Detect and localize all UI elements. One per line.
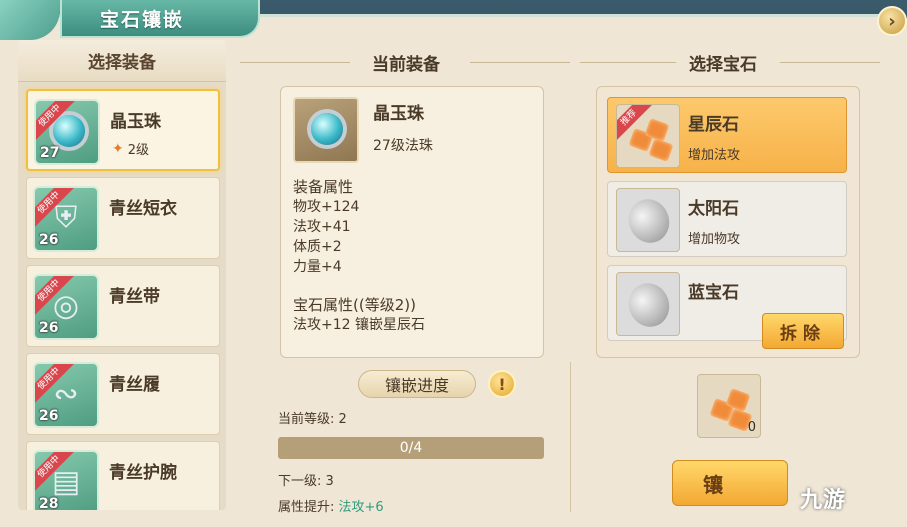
attr-line: 法攻+41 <box>293 219 351 235</box>
equip-attr-header: 装备属性 <box>293 178 354 196</box>
gem-desc: 增加物攻 <box>688 232 741 247</box>
equip-name: 青丝带 <box>109 287 160 307</box>
equip-level: 26 <box>39 408 59 424</box>
current-equip-name: 晶玉珠 <box>373 104 424 124</box>
equip-item-jingyuzhu[interactable]: 使用中 27 晶玉珠 ✦ 2级 <box>26 89 220 171</box>
close-icon[interactable]: › <box>877 6 907 36</box>
equipment-list: 选择装备 使用中 27 晶玉珠 ✦ 2级 ⛨ 使用中 26 青丝短衣 ◎ 使用中… <box>18 40 226 510</box>
equipment-list-header: 选择装备 <box>18 40 226 82</box>
header-divider <box>240 62 350 63</box>
equip-name: 晶玉珠 <box>110 112 161 132</box>
watermark: 九游 <box>800 488 847 513</box>
select-gem-header: 选择宝石 <box>689 55 757 75</box>
gem-item-taiyangshi[interactable]: 太阳石 增加物攻 <box>607 181 847 257</box>
gem-name: 星辰石 <box>688 115 739 135</box>
gem-level: ✦ 2级 <box>112 139 150 159</box>
current-equip-header: 当前装备 <box>372 55 440 75</box>
equip-item-qingsidai[interactable]: ◎ 使用中 26 青丝带 <box>26 265 220 347</box>
equip-level: 26 <box>39 232 59 248</box>
header-divider <box>470 62 570 63</box>
inlay-progress-label: 镶嵌进度 <box>358 370 476 398</box>
boots-icon: ∾ 使用中 26 <box>33 362 99 428</box>
equip-name: 青丝短衣 <box>109 199 177 219</box>
equip-level: 27 <box>40 145 60 161</box>
current-equip-card: 晶玉珠 27级法珠 装备属性 物攻+124 法攻+41 体质+2 力量+4 宝石… <box>280 86 544 358</box>
gem-count: 0 <box>747 420 756 435</box>
gem-name: 太阳石 <box>688 199 739 219</box>
attribute-boost-label: 属性提升: <box>278 500 339 515</box>
next-level: 下一级: 3 <box>278 474 334 489</box>
gem-slot[interactable]: 0 <box>697 374 761 438</box>
equip-name: 青丝护腕 <box>109 463 177 483</box>
attribute-boost: 属性提升: 法攻+6 <box>278 496 384 515</box>
orb-icon <box>293 97 359 163</box>
attr-line: 体质+2 <box>293 239 342 255</box>
column-divider <box>570 362 571 512</box>
equip-name: 青丝履 <box>109 375 160 395</box>
gem-name: 蓝宝石 <box>688 283 739 303</box>
attr-line: 物攻+124 <box>293 199 360 215</box>
equip-attributes: 装备属性 物攻+124 法攻+41 体质+2 力量+4 <box>293 177 359 277</box>
gem-desc: 增加法攻 <box>688 148 741 163</box>
gem-level-icon: ✦ <box>112 140 124 157</box>
equip-item-qingsilv[interactable]: ∾ 使用中 26 青丝履 <box>26 353 220 435</box>
belt-icon: ◎ 使用中 26 <box>33 274 99 340</box>
window-title-tab: 宝石镶嵌 <box>60 0 260 38</box>
equip-level: 28 <box>39 496 59 510</box>
header-divider <box>780 62 880 63</box>
gem-item-xingchenshi[interactable]: 推荐 星辰石 增加法攻 <box>607 97 847 173</box>
current-equip-type: 27级法珠 <box>373 138 433 154</box>
armor-icon: ⛨ 使用中 26 <box>33 186 99 252</box>
inlay-progress-bar: 0/4 <box>278 437 544 459</box>
gem-attr-line: 法攻+12 镶嵌星辰石 <box>293 317 425 333</box>
bracer-icon: ▤ 使用中 28 <box>33 450 99 510</box>
attribute-boost-value: 法攻+6 <box>338 500 384 515</box>
gem-level-text: 2级 <box>127 143 150 158</box>
equip-item-qingsihuwan[interactable]: ▤ 使用中 28 青丝护腕 <box>26 441 220 510</box>
attr-line: 力量+4 <box>293 259 342 275</box>
current-level: 当前等级: 2 <box>278 412 347 427</box>
sapphire-icon <box>616 272 680 336</box>
window-title: 宝石镶嵌 <box>100 8 185 31</box>
equip-item-qingsiduanyi[interactable]: ⛨ 使用中 26 青丝短衣 <box>26 177 220 259</box>
gem-attr-header: 宝石属性((等级2)) <box>293 296 416 314</box>
progress-text: 0/4 <box>399 440 423 456</box>
exclamation-icon[interactable]: ! <box>488 370 516 398</box>
orb-icon: 使用中 27 <box>34 99 100 165</box>
header-divider <box>580 62 676 63</box>
gem-attributes: 宝石属性((等级2)) 法攻+12 镶嵌星辰石 <box>293 295 425 335</box>
equip-level: 26 <box>39 320 59 336</box>
embed-button[interactable]: 镶 <box>672 460 788 506</box>
remove-button[interactable]: 拆除 <box>762 313 844 349</box>
star-gem-icon: 推荐 <box>616 104 680 168</box>
sun-stone-icon <box>616 188 680 252</box>
